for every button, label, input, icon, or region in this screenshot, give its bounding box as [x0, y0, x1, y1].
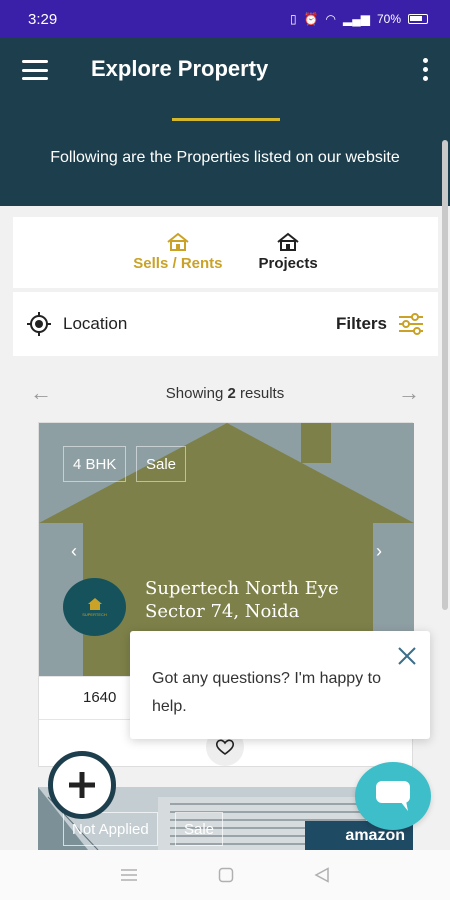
title-underline [172, 118, 280, 121]
tab-label: Projects [258, 255, 318, 272]
chat-popup[interactable]: Got any questions? I'm happy to help. [130, 631, 430, 739]
location-target-icon [27, 312, 51, 336]
close-icon[interactable] [396, 645, 418, 667]
back-nav-icon[interactable] [314, 867, 330, 883]
location-label: Location [63, 314, 128, 333]
scrollbar[interactable] [442, 140, 448, 610]
house-icon [277, 232, 299, 251]
results-prefix: Showing [165, 384, 228, 402]
status-time: 3:29 [28, 10, 58, 28]
chat-button[interactable] [355, 762, 431, 830]
location-selector[interactable]: Location [26, 311, 127, 337]
plus-icon [69, 772, 95, 798]
battery-icon [408, 14, 428, 24]
arrow-right-icon[interactable]: → [398, 380, 420, 406]
system-nav-bar [0, 850, 450, 900]
more-options-icon[interactable] [423, 58, 428, 81]
sale-tag: Sale [175, 812, 224, 846]
tab-projects[interactable]: Projects [259, 232, 318, 288]
results-count-text: Showing 2 results [166, 385, 284, 402]
house-icon [167, 232, 189, 251]
status-bar: 3:29 ▯ ⏰ ◠ ▂▄▆ 70% [0, 0, 450, 38]
property-type-tabs: Sells / Rents Projects [13, 217, 438, 288]
heart-icon [216, 739, 234, 755]
sliders-icon [399, 313, 423, 335]
chevron-right-icon[interactable]: › [376, 541, 382, 562]
sale-tag: Sale [136, 446, 187, 482]
chevron-left-icon[interactable]: ‹ [71, 541, 77, 562]
property-title: Supertech North Eye Sector 74, Noida [145, 578, 339, 622]
hamburger-menu-icon[interactable] [22, 60, 48, 80]
bhk-tag: 4 BHK [63, 446, 127, 482]
filters-button[interactable]: Filters [336, 313, 424, 335]
menu-nav-icon[interactable] [120, 868, 138, 882]
battery-level: 70% [376, 12, 401, 26]
arrow-left-icon[interactable]: ← [30, 380, 52, 406]
results-count: 2 [227, 384, 236, 402]
status-icons: ▯ ⏰ ◠ ▂▄▆ 70% [290, 12, 428, 26]
page-title: Explore Property [91, 56, 269, 81]
app-header: Explore Property Following are the Prope… [0, 38, 450, 206]
location-filter-bar: Location Filters [13, 292, 438, 356]
add-property-button[interactable] [48, 751, 116, 819]
chat-message: Got any questions? I'm happy to help. [152, 670, 381, 715]
area-value: 1640 [83, 689, 117, 706]
wifi-icon: ◠ [325, 12, 336, 26]
page-subtitle: Following are the Properties listed on o… [50, 149, 400, 166]
logo-text: SUPERTECH [82, 611, 107, 617]
tab-sells-rents[interactable]: Sells / Rents [133, 232, 223, 288]
filters-label: Filters [335, 314, 387, 333]
logo-house-icon [87, 597, 102, 610]
developer-logo: SUPERTECH [63, 578, 126, 636]
tab-label: Sells / Rents [133, 255, 223, 272]
home-nav-icon[interactable] [218, 867, 234, 883]
results-pager: ← Showing 2 results → [30, 378, 420, 408]
alarm-icon: ⏰ [303, 12, 319, 26]
vibrate-icon: ▯ [289, 12, 297, 26]
chat-bubble-icon [376, 781, 410, 811]
results-suffix: results [235, 384, 285, 402]
signal-icon: ▂▄▆ [343, 12, 370, 26]
